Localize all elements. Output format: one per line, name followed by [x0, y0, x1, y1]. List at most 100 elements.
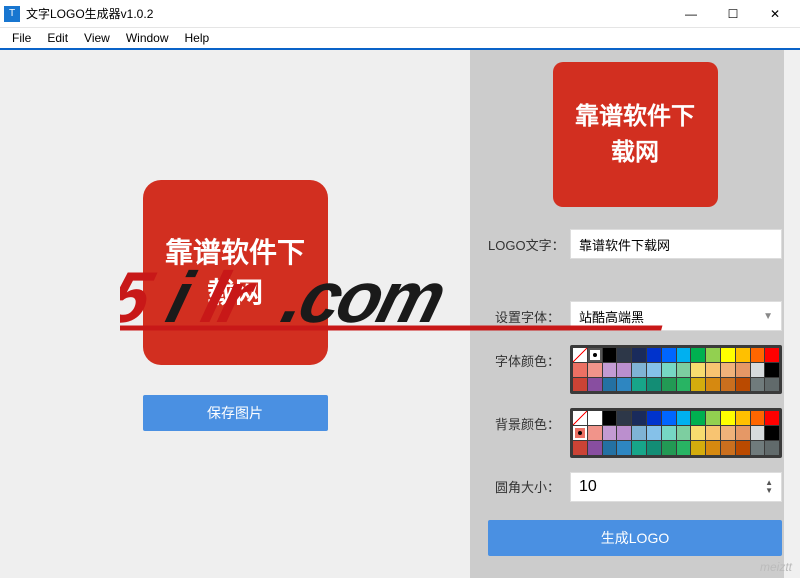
color-swatch[interactable] [662, 348, 676, 362]
color-swatch[interactable] [573, 411, 587, 425]
color-swatch[interactable] [647, 441, 661, 455]
color-swatch[interactable] [603, 378, 617, 392]
color-swatch[interactable] [647, 411, 661, 425]
color-swatch[interactable] [662, 363, 676, 377]
color-swatch[interactable] [706, 378, 720, 392]
radius-spinner[interactable]: 10 ▲ ▼ [570, 472, 782, 502]
color-swatch[interactable] [706, 411, 720, 425]
color-swatch[interactable] [765, 411, 779, 425]
color-swatch[interactable] [765, 348, 779, 362]
color-swatch[interactable] [721, 378, 735, 392]
color-swatch[interactable] [677, 348, 691, 362]
color-swatch[interactable] [736, 348, 750, 362]
color-swatch[interactable] [736, 363, 750, 377]
color-swatch[interactable] [617, 378, 631, 392]
color-swatch[interactable] [751, 426, 765, 440]
color-swatch[interactable] [647, 426, 661, 440]
menu-view[interactable]: View [76, 29, 118, 47]
color-swatch[interactable] [573, 426, 587, 440]
color-swatch[interactable] [573, 378, 587, 392]
color-swatch[interactable] [765, 363, 779, 377]
color-swatch[interactable] [647, 378, 661, 392]
color-swatch[interactable] [736, 426, 750, 440]
color-swatch[interactable] [765, 441, 779, 455]
color-swatch[interactable] [677, 363, 691, 377]
color-swatch[interactable] [617, 441, 631, 455]
color-swatch[interactable] [677, 411, 691, 425]
color-swatch[interactable] [706, 441, 720, 455]
color-swatch[interactable] [677, 441, 691, 455]
logo-text-input[interactable] [570, 229, 782, 259]
color-swatch[interactable] [691, 426, 705, 440]
color-swatch[interactable] [603, 411, 617, 425]
color-swatch[interactable] [721, 411, 735, 425]
color-swatch[interactable] [588, 426, 602, 440]
color-swatch[interactable] [691, 363, 705, 377]
color-swatch[interactable] [632, 411, 646, 425]
color-swatch[interactable] [662, 411, 676, 425]
color-swatch[interactable] [691, 378, 705, 392]
color-swatch[interactable] [573, 441, 587, 455]
color-swatch[interactable] [751, 441, 765, 455]
color-swatch[interactable] [751, 348, 765, 362]
color-swatch[interactable] [751, 411, 765, 425]
minimize-button[interactable]: — [670, 0, 712, 28]
color-swatch[interactable] [677, 426, 691, 440]
menu-file[interactable]: File [4, 29, 39, 47]
save-image-button[interactable]: 保存图片 [143, 395, 328, 431]
color-swatch[interactable] [632, 441, 646, 455]
menu-help[interactable]: Help [177, 29, 218, 47]
color-swatch[interactable] [721, 348, 735, 362]
spinner-down-icon[interactable]: ▼ [765, 487, 773, 495]
color-swatch[interactable] [736, 411, 750, 425]
color-swatch[interactable] [721, 426, 735, 440]
color-swatch[interactable] [721, 363, 735, 377]
color-swatch[interactable] [588, 378, 602, 392]
color-swatch[interactable] [632, 378, 646, 392]
color-swatch[interactable] [603, 348, 617, 362]
color-swatch[interactable] [751, 378, 765, 392]
font-select[interactable]: 站酷高端黑 ▼ [570, 301, 782, 331]
color-swatch[interactable] [691, 441, 705, 455]
color-swatch[interactable] [588, 363, 602, 377]
color-swatch[interactable] [603, 363, 617, 377]
font-color-palette[interactable] [570, 345, 782, 394]
color-swatch[interactable] [662, 426, 676, 440]
color-swatch[interactable] [617, 363, 631, 377]
color-swatch[interactable] [706, 363, 720, 377]
color-swatch[interactable] [706, 348, 720, 362]
color-swatch[interactable] [603, 441, 617, 455]
color-swatch[interactable] [647, 363, 661, 377]
color-swatch[interactable] [617, 426, 631, 440]
color-swatch[interactable] [691, 348, 705, 362]
color-swatch[interactable] [603, 426, 617, 440]
color-swatch[interactable] [617, 411, 631, 425]
generate-logo-button[interactable]: 生成LOGO [488, 520, 782, 556]
color-swatch[interactable] [617, 348, 631, 362]
color-swatch[interactable] [588, 411, 602, 425]
color-swatch[interactable] [662, 441, 676, 455]
color-swatch[interactable] [662, 378, 676, 392]
menu-window[interactable]: Window [118, 29, 177, 47]
color-swatch[interactable] [632, 426, 646, 440]
color-swatch[interactable] [632, 348, 646, 362]
color-swatch[interactable] [706, 426, 720, 440]
color-swatch[interactable] [736, 441, 750, 455]
color-swatch[interactable] [765, 426, 779, 440]
color-swatch[interactable] [647, 348, 661, 362]
bg-color-palette[interactable] [570, 408, 782, 457]
color-swatch[interactable] [765, 378, 779, 392]
color-swatch[interactable] [751, 363, 765, 377]
color-swatch[interactable] [588, 441, 602, 455]
color-swatch[interactable] [677, 378, 691, 392]
color-swatch[interactable] [632, 363, 646, 377]
menu-edit[interactable]: Edit [39, 29, 76, 47]
spinner-arrows[interactable]: ▲ ▼ [765, 479, 773, 495]
color-swatch[interactable] [588, 348, 602, 362]
color-swatch[interactable] [691, 411, 705, 425]
color-swatch[interactable] [573, 363, 587, 377]
color-swatch[interactable] [721, 441, 735, 455]
color-swatch[interactable] [736, 378, 750, 392]
close-button[interactable]: ✕ [754, 0, 796, 28]
maximize-button[interactable]: ☐ [712, 0, 754, 28]
